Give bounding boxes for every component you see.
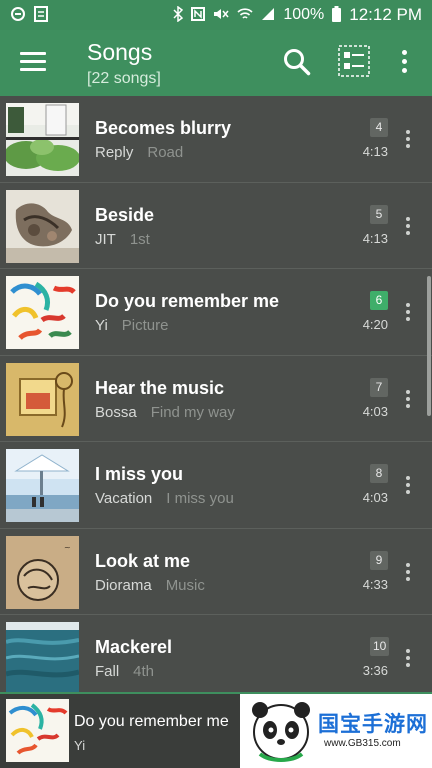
song-title: Look at me	[95, 550, 191, 571]
song-title: Becomes blurry	[95, 118, 232, 138]
song-meta: Fall 4th	[95, 663, 154, 680]
svg-text:~: ~	[64, 543, 71, 552]
scrollbar-thumb[interactable]	[427, 276, 431, 416]
song-meta: Vacation I miss you	[95, 490, 234, 507]
song-duration: 4:13	[362, 144, 388, 159]
song-title: Hear the music	[95, 377, 225, 398]
wifi-icon	[237, 7, 253, 23]
track-number-badge: 8	[370, 464, 388, 483]
now-playing-artist: Yi	[74, 738, 86, 753]
song-album: 1st	[129, 230, 150, 248]
document-notification-icon	[34, 6, 48, 24]
now-playing-album-art	[6, 699, 69, 762]
song-list: Becomes blurry Reply Road 4 4:13 Beside J…	[0, 96, 432, 692]
song-options-icon[interactable]	[404, 562, 412, 585]
album-art	[6, 103, 79, 176]
track-number-badge: 10	[370, 637, 390, 656]
song-row[interactable]: ~ Look at me Diorama Music 9 4:33	[0, 529, 432, 615]
song-row[interactable]: Becomes blurry Reply Road 4 4:13	[0, 96, 432, 183]
clock: 12:12 PM	[349, 5, 422, 24]
song-meta: Yi Picture	[95, 317, 168, 334]
song-album: Road	[147, 144, 184, 161]
watermark-text: 国宝手游网	[318, 713, 428, 736]
status-bar: 100% 12:12 PM	[0, 0, 432, 30]
song-meta: Bossa Find my way	[95, 404, 235, 421]
album-art	[6, 449, 79, 522]
song-row[interactable]: Mackerel Fall 4th 10 3:36	[0, 615, 432, 692]
track-number-badge: 5	[370, 204, 388, 224]
song-row[interactable]: Hear the music Bossa Find my way 7 4:03	[0, 356, 432, 442]
watermark-url: www.GB315.com	[324, 738, 401, 749]
song-options-icon[interactable]	[404, 303, 412, 325]
song-duration: 4:13	[362, 230, 388, 246]
search-icon[interactable]	[282, 47, 312, 77]
song-artist: Fall	[95, 663, 120, 680]
signal-icon	[261, 7, 275, 23]
song-options-icon[interactable]	[404, 649, 412, 671]
song-title: Mackerel	[95, 637, 173, 657]
nfc-icon	[191, 7, 206, 23]
song-row[interactable]: I miss you Vacation I miss you 8 4:03	[0, 442, 432, 529]
now-playing-bar[interactable]: Do you remember me Yi 国宝手游网 www.GB315.co…	[0, 692, 432, 768]
album-art	[6, 362, 79, 436]
album-art	[6, 276, 79, 349]
song-artist: Yi	[95, 317, 108, 334]
song-album: Find my way	[150, 403, 235, 421]
battery-percent: 100%	[283, 6, 325, 23]
overflow-menu-icon[interactable]	[398, 50, 410, 78]
album-art	[6, 189, 79, 263]
song-artist: JIT	[95, 230, 116, 248]
song-meta: JIT 1st	[95, 231, 150, 248]
song-options-icon[interactable]	[404, 389, 412, 412]
song-options-icon[interactable]	[404, 476, 412, 498]
song-artist: Diorama	[95, 576, 152, 594]
track-number-badge: 4	[370, 118, 388, 137]
song-meta: Diorama Music	[95, 577, 205, 594]
song-artist: Reply	[95, 144, 134, 161]
song-duration: 4:20	[362, 317, 388, 332]
song-duration: 4:33	[362, 576, 388, 592]
song-album: I miss you	[166, 490, 234, 507]
app-notification-icon	[10, 6, 26, 24]
song-title: Beside	[95, 204, 155, 225]
song-title: I miss you	[95, 464, 184, 484]
album-art	[6, 622, 79, 692]
song-album: Picture	[121, 317, 169, 334]
song-duration: 4:03	[362, 403, 388, 419]
watermark: 国宝手游网 www.GB315.com	[240, 694, 432, 768]
bluetooth-icon	[173, 5, 184, 24]
track-number-badge: 7	[370, 377, 388, 397]
song-meta: Reply Road	[95, 144, 183, 161]
app-bar: Songs [22 songs]	[0, 30, 432, 96]
menu-icon[interactable]	[20, 52, 46, 72]
album-art: ~	[6, 535, 79, 609]
panda-logo-icon	[252, 702, 310, 762]
track-number-badge: 6	[370, 291, 388, 310]
song-artist: Vacation	[95, 490, 153, 507]
view-mode-icon[interactable]	[338, 45, 370, 77]
song-options-icon[interactable]	[404, 216, 412, 239]
song-artist: Bossa	[95, 403, 137, 421]
song-row[interactable]: Do you remember me Yi Picture 6 4:20	[0, 269, 432, 356]
song-duration: 4:03	[362, 490, 388, 505]
song-duration: 3:36	[362, 663, 388, 678]
track-number-badge: 9	[370, 550, 388, 570]
song-title: Do you remember me	[95, 291, 280, 311]
song-album: 4th	[133, 663, 155, 680]
page-title: Songs	[87, 39, 153, 65]
song-row[interactable]: Beside JIT 1st 5 4:13	[0, 183, 432, 269]
song-count: [22 songs]	[87, 70, 161, 87]
now-playing-title: Do you remember me	[74, 713, 229, 730]
battery-icon	[332, 6, 342, 24]
mute-icon	[213, 7, 229, 23]
song-album: Music	[165, 576, 205, 594]
song-options-icon[interactable]	[404, 130, 412, 152]
